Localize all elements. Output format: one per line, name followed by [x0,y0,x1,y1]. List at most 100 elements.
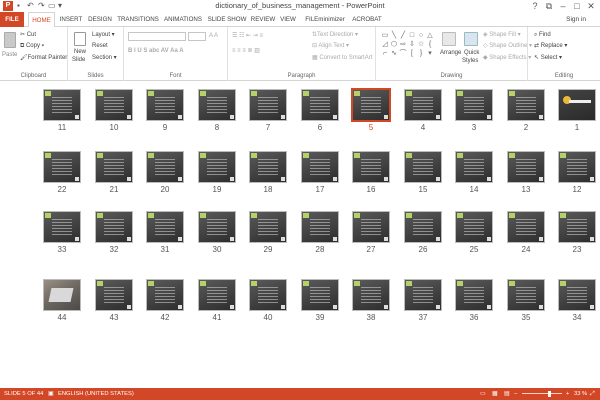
shape-connector-icon[interactable]: ⌐ [381,50,389,58]
text-direction-button[interactable]: ⇅Text Direction ▾ [312,31,358,39]
maximize-icon[interactable]: □ [570,0,584,12]
slide-sorter-view-icon[interactable]: ▦ [492,388,497,400]
slide-thumbnail-24[interactable] [508,212,544,242]
slide-thumbnail-9[interactable] [147,90,183,120]
shape-square-icon[interactable]: □ [408,32,416,40]
tab-transitions[interactable]: TRANSITIONS [116,12,160,27]
shape-hexagon-icon[interactable]: ⬡ [390,41,398,49]
slide-thumbnail-38[interactable] [353,280,389,310]
tab-insert[interactable]: INSERT [58,12,84,27]
language-status[interactable]: ENGLISH (UNITED STATES) [58,388,134,400]
replace-button[interactable]: ⇄ Replace ▾ [534,42,567,50]
align-buttons[interactable]: ≡ ≡ ≡ ≣ ▥ [232,47,260,55]
shape-curve-icon[interactable]: ∿ [390,50,398,58]
shape-circle-icon[interactable]: ○ [417,32,425,40]
shape-brace-icon[interactable]: } [417,50,425,58]
cut-button[interactable]: ✂ Cut [20,31,36,39]
find-button[interactable]: ⌕ Find [534,31,551,39]
slide-thumbnail-18[interactable] [250,152,286,182]
zoom-out-icon[interactable]: – [514,388,517,400]
slide-thumbnail-27[interactable] [353,212,389,242]
paste-icon[interactable] [4,32,16,48]
slide-thumbnail-12[interactable] [559,152,595,182]
slide-thumbnail-31[interactable] [147,212,183,242]
slide-thumbnail-5[interactable] [353,90,389,120]
quick-styles-button[interactable]: Quick [464,49,479,57]
slide-thumbnail-19[interactable] [199,152,235,182]
shape-triangle-icon[interactable]: ◿ [381,41,389,49]
slide-thumbnail-7[interactable] [250,90,286,120]
align-text-button[interactable]: ⊟ Align Text ▾ [312,42,349,50]
slide-thumbnail-2[interactable] [508,90,544,120]
new-slide-button-line2[interactable]: Slide [72,56,85,64]
sign-in-link[interactable]: Sign in [566,12,586,27]
slide-thumbnail-8[interactable] [199,90,235,120]
fit-to-window-icon[interactable]: ⤢ [590,388,595,400]
reset-button[interactable]: Reset [92,42,108,50]
shape-effects-button[interactable]: ◆ Shape Effects ▾ [483,54,531,62]
shape-arrow-icon[interactable]: ⇩ [408,41,416,49]
slide-thumbnail-16[interactable] [353,152,389,182]
shape-bracket-icon[interactable]: [ [408,50,416,58]
font-style-buttons[interactable]: B I U S abc AV Aa A [128,47,184,55]
list-buttons[interactable]: ☰ ☷ ⇤ ⇥ ≡ [232,32,263,40]
new-slide-button[interactable]: New [74,48,86,56]
tab-fileminimizer[interactable]: FILEminimizer [303,12,347,27]
select-button[interactable]: ↖ Select ▾ [534,54,562,62]
slide-thumbnail-35[interactable] [508,280,544,310]
slide-thumbnail-4[interactable] [405,90,441,120]
layout-button[interactable]: Layout ▾ [92,31,115,39]
shape-star-icon[interactable]: ☆ [417,41,425,49]
proofing-icon[interactable]: ▣ [48,388,53,400]
slide-thumbnail-32[interactable] [96,212,132,242]
slide-thumbnail-6[interactable] [302,90,338,120]
shape-outline-button[interactable]: ◇ Shape Outline ▾ [483,42,532,50]
slide-thumbnail-40[interactable] [250,280,286,310]
tab-view[interactable]: VIEW [277,12,299,27]
tab-file[interactable]: FILE [0,12,24,27]
slide-thumbnail-3[interactable] [456,90,492,120]
copy-button[interactable]: ⧉ Copy ▾ [20,42,44,50]
slide-thumbnail-33[interactable] [44,212,80,242]
slide-thumbnail-10[interactable] [96,90,132,120]
shape-fill-button[interactable]: ◈ Shape Fill ▾ [483,31,521,39]
shape-brace-icon[interactable]: { [426,41,434,49]
shape-line-icon[interactable]: ╱ [399,32,407,40]
zoom-level[interactable]: 33 % [574,388,587,400]
quick-styles-button-line2[interactable]: Styles [462,57,478,65]
shape-triangle-icon[interactable]: △ [426,32,434,40]
slide-thumbnail-26[interactable] [405,212,441,242]
slide-thumbnail-39[interactable] [302,280,338,310]
tab-animations[interactable]: ANIMATIONS [162,12,204,27]
zoom-slider-thumb[interactable] [548,391,551,397]
shape-arc-icon[interactable]: ⌒ [399,50,407,58]
slide-thumbnail-23[interactable] [559,212,595,242]
quick-styles-icon[interactable] [464,32,478,46]
new-slide-icon[interactable] [74,32,86,46]
slide-thumbnail-30[interactable] [199,212,235,242]
zoom-in-icon[interactable]: + [566,388,569,400]
slide-thumbnail-21[interactable] [96,152,132,182]
slide-thumbnail-22[interactable] [44,152,80,182]
slide-thumbnail-11[interactable] [44,90,80,120]
slide-thumbnail-34[interactable] [559,280,595,310]
shape-arrow-icon[interactable]: ⇨ [399,41,407,49]
tab-review[interactable]: REVIEW [250,12,276,27]
ribbon-display-options-icon[interactable]: ⧉ [542,0,556,12]
minimize-icon[interactable]: – [556,0,570,12]
tab-home[interactable]: HOME [28,12,55,28]
arrange-button[interactable]: Arrange [440,49,461,57]
slide-thumbnail-20[interactable] [147,152,183,182]
slide-thumbnail-1[interactable] [559,90,595,120]
slide-thumbnail-25[interactable] [456,212,492,242]
font-size-field[interactable] [188,32,206,41]
tab-slide-show[interactable]: SLIDE SHOW [206,12,248,27]
slide-thumbnail-17[interactable] [302,152,338,182]
shapes-gallery[interactable]: ▭ ╲ ╱ □ ○ △ ◿ ⬡ ⇨ ⇩ ☆{ ⌐ ∿ ⌒[} ▾ [380,31,434,65]
shape-rectangle-icon[interactable]: ▭ [381,32,389,40]
tab-design[interactable]: DESIGN [86,12,114,27]
font-grow-shrink-icon[interactable]: A A [209,32,218,40]
slide-thumbnail-43[interactable] [96,280,132,310]
slide-thumbnail-42[interactable] [147,280,183,310]
convert-smartart-button[interactable]: ▦ Convert to SmartArt [312,54,372,62]
